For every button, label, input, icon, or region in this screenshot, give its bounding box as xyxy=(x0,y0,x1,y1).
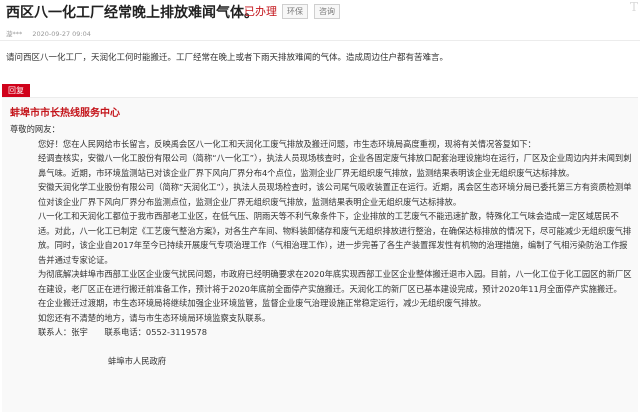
question-text: 请问西区八一化工厂，天润化工何时能搬迁。工厂经常在晚上或者下雨天排放难闻的气体。… xyxy=(6,53,449,63)
reply-signature: 蚌埠市人民政府 xyxy=(108,356,167,366)
reply-body: 尊敬的网友： 您好！您在人民网给市长留言，反映禹会区八一化工和天润化工废气排放及… xyxy=(10,122,632,369)
tag-consult[interactable]: 咨询 xyxy=(314,4,340,19)
tag-environment[interactable]: 环保 xyxy=(282,4,308,19)
post-time: 2020-09-27 09:04 xyxy=(32,30,91,38)
status-badge: 已办理 xyxy=(244,5,277,18)
reply-paragraph: 经调查核实，安徽八一化工股份有限公司（简称“八一化工”），执法人员现场核查时，企… xyxy=(38,153,632,178)
reply-paragraph: 您好！您在人民网给市长留言，反映禹会区八一化工和天润化工废气排放及搬迁问题，市生… xyxy=(38,138,536,149)
reply-paragraph: 在企业搬迁过渡期，市生态环境局将继续加强企业环境监管，监督企业废气治理设施正常稳… xyxy=(38,298,487,308)
watermark-logo: T xyxy=(629,0,638,14)
reply-paragraph: 八一化工和天润化工都位于我市西部老工业区，在低气压、阴雨天等不利气象条件下，企业… xyxy=(38,211,632,265)
contact-person: 联系人：张宇 xyxy=(38,327,88,337)
reply-paragraph: 为彻底解决蚌埠市西部工业区企业废气扰民问题，市政府已经明确要求在2020年底实现… xyxy=(38,269,632,294)
contact-phone: 联系电话：0552-3119578 xyxy=(104,327,207,337)
reply-paragraph: 如您还有不清楚的地方，请与市生态环境局环境监察支队联系。 xyxy=(38,312,271,323)
contact-line: 联系人：张宇 联系电话：0552-3119578 xyxy=(10,325,632,340)
reply-box: 蚌埠市市长热线服务中心 尊敬的网友： 您好！您在人民网给市长留言，反映禹会区八一… xyxy=(2,97,638,412)
reply-greeting: 尊敬的网友： xyxy=(10,124,60,134)
post-meta: 漩*** 2020-09-27 09:04 xyxy=(6,28,99,38)
page-title: 西区八一化工厂经常晚上排放难闻气体。 xyxy=(6,5,258,21)
reply-badge: 回复 xyxy=(2,84,30,97)
reply-org: 蚌埠市市长热线服务中心 xyxy=(10,108,120,119)
divider xyxy=(0,40,640,41)
reply-paragraph: 安徽天润化学工业股份有限公司（简称“天润化工”），执法人员现场检查时，该公司尾气… xyxy=(38,182,632,207)
author-name: 漩*** xyxy=(6,30,23,38)
header: 西区八一化工厂经常晚上排放难闻气体。 已办理 环保 咨询 T xyxy=(0,0,640,26)
